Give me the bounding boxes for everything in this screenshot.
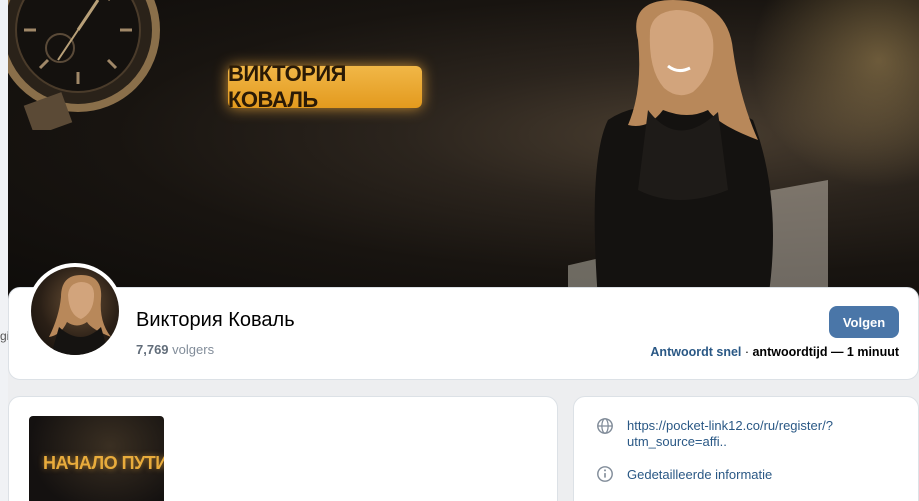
cover-image: ВИКТОРИЯ КОВАЛЬ <box>8 0 919 300</box>
followers-number: 7,769 <box>136 342 169 357</box>
followers-label: volgers <box>172 342 215 357</box>
post-thumbnail-text: НАЧАЛО ПУТИ! <box>43 453 164 473</box>
cover-name-badge: ВИКТОРИЯ КОВАЛЬ <box>228 61 422 112</box>
profile-name: Виктория Коваль <box>136 309 295 331</box>
reply-time-label: antwoordtijd — 1 minuut <box>752 345 899 359</box>
cover-person-photo <box>568 0 828 300</box>
reply-time-info: Antwoordt snel · antwoordtijd — 1 minuut <box>650 345 899 359</box>
website-link[interactable]: https://pocket-link12.co/ru/register/?ut… <box>627 418 887 450</box>
followers-count[interactable]: 7,769 volgers <box>136 342 214 357</box>
watch-graphic <box>8 0 160 130</box>
avatar[interactable] <box>27 263 123 359</box>
post-thumbnail[interactable]: НАЧАЛО ПУТИ! <box>29 416 164 501</box>
globe-icon <box>597 418 613 434</box>
reply-separator: · <box>741 345 753 359</box>
details-link[interactable]: Gedetailleerde informatie <box>627 467 887 483</box>
avatar-photo <box>31 267 119 355</box>
profile-card <box>8 287 919 380</box>
avatar-person-graphic <box>49 275 111 355</box>
left-sidebar-strip <box>0 0 8 501</box>
info-icon <box>597 466 613 482</box>
info-card: https://pocket-link12.co/ru/register/?ut… <box>573 396 919 501</box>
reply-fast-label: Antwoordt snel <box>650 345 742 359</box>
follow-button[interactable]: Volgen <box>829 306 899 338</box>
post-card: НАЧАЛО ПУТИ! <box>8 396 558 501</box>
